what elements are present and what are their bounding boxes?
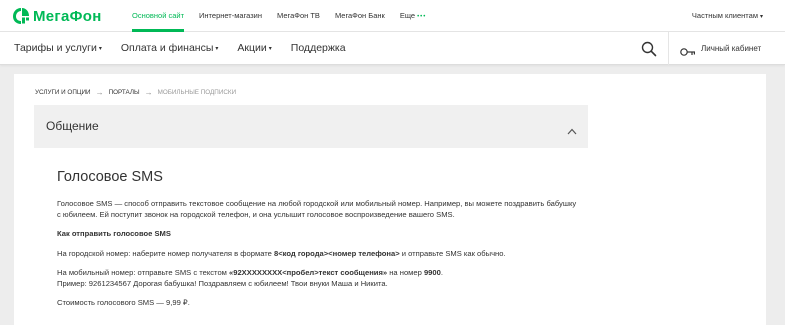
personal-cabinet-label: Личный кабинет (701, 44, 762, 53)
top-links: Основной сайт Интернет-магазин МегаФон Т… (132, 0, 441, 32)
accordion-title: Общение (46, 119, 99, 133)
mobile-instructions: На мобильный номер: отправьте SMS с текс… (57, 267, 577, 289)
breadcrumb-item-current: МОБИЛЬНЫЕ ПОДПИСКИ (157, 89, 237, 96)
more-dots-icon: ••• (417, 14, 427, 20)
key-icon (680, 44, 696, 56)
caret-down-icon: ▾ (268, 46, 272, 52)
top-bar: МегаФон Основной сайт Интернет-магазин М… (0, 0, 785, 32)
segment-label: Частным клиентам (691, 11, 758, 20)
landline-instructions: На городской номер: наберите номер получ… (57, 248, 577, 259)
toplink-more[interactable]: Еще ••• (400, 0, 427, 32)
article: Голосовое SMS Голосовое SMS — способ отп… (57, 168, 577, 316)
chevron-up-icon (567, 122, 577, 135)
segment-selector[interactable]: Частным клиентам ▾ (692, 0, 763, 32)
content-panel: УСЛУГИ И ОПЦИИ → ПОРТАЛЫ → МОБИЛЬНЫЕ ПОД… (14, 74, 766, 325)
search-icon[interactable] (641, 41, 657, 57)
price-text: Стоимость голосового SMS — 9,99 ₽. (57, 298, 190, 307)
nav-item-support[interactable]: Поддержка (291, 32, 346, 65)
nav-item-label: Оплата и финансы (120, 42, 214, 54)
mobile-end: . (440, 268, 443, 277)
caret-down-icon: ▾ (759, 14, 763, 20)
landline-suffix: и отправьте SMS как обычно. (399, 249, 506, 258)
mobile-middle: на номер (387, 268, 424, 277)
mobile-format: «92XXXXXXXX<пробел>текст сообщения» (229, 268, 388, 277)
main-nav: Тарифы и услуги ▾ Оплата и финансы ▾ Акции… (0, 32, 785, 65)
arrow-right-icon: → (95, 88, 104, 97)
nav-divider (668, 32, 669, 65)
toplink-tv[interactable]: МегаФон ТВ (277, 0, 320, 32)
nav-item-tariffs[interactable]: Тарифы и услуги ▾ (14, 32, 102, 65)
toplink-main-site[interactable]: Основной сайт (132, 0, 184, 32)
howto-heading: Как отправить голосовое SMS (57, 229, 171, 238)
personal-cabinet-button[interactable]: Личный кабинет (680, 32, 761, 65)
logo-text: МегаФон (33, 7, 102, 25)
toplink-bank[interactable]: МегаФон Банк (335, 0, 385, 32)
megafon-logo[interactable]: МегаФон (12, 7, 102, 25)
nav-item-label: Акции (237, 42, 267, 54)
accordion-header[interactable]: Общение (34, 105, 588, 148)
mobile-prefix: На мобильный номер: отправьте SMS с текс… (57, 268, 230, 277)
breadcrumb-item-portals[interactable]: ПОРТАЛЫ (109, 89, 140, 96)
landline-format: 8<код города><номер телефона> (274, 249, 400, 258)
arrow-right-icon: → (144, 88, 153, 97)
caret-down-icon: ▾ (215, 46, 219, 52)
article-intro: Голосовое SMS — способ отправить текстов… (57, 199, 577, 219)
mobile-example: Пример: 9261234567 Дорогая бабушка! Позд… (57, 279, 388, 288)
article-title: Голосовое SMS (57, 169, 163, 185)
landline-prefix: На городской номер: наберите номер получ… (57, 249, 274, 258)
nav-item-label: Тарифы и услуги (14, 42, 97, 54)
mobile-number: 9900 (423, 268, 441, 277)
breadcrumb-item-services[interactable]: УСЛУГИ И ОПЦИИ (35, 89, 91, 96)
toplink-more-label: Еще (399, 11, 416, 20)
nav-item-label: Поддержка (290, 42, 346, 54)
caret-down-icon: ▾ (98, 46, 102, 52)
nav-item-payment[interactable]: Оплата и финансы ▾ (121, 32, 219, 65)
nav-item-promotions[interactable]: Акции ▾ (237, 32, 271, 65)
megafon-logo-icon (12, 7, 30, 25)
breadcrumb: УСЛУГИ И ОПЦИИ → ПОРТАЛЫ → МОБИЛЬНЫЕ ПОД… (35, 88, 236, 97)
toplink-shop[interactable]: Интернет-магазин (199, 0, 262, 32)
